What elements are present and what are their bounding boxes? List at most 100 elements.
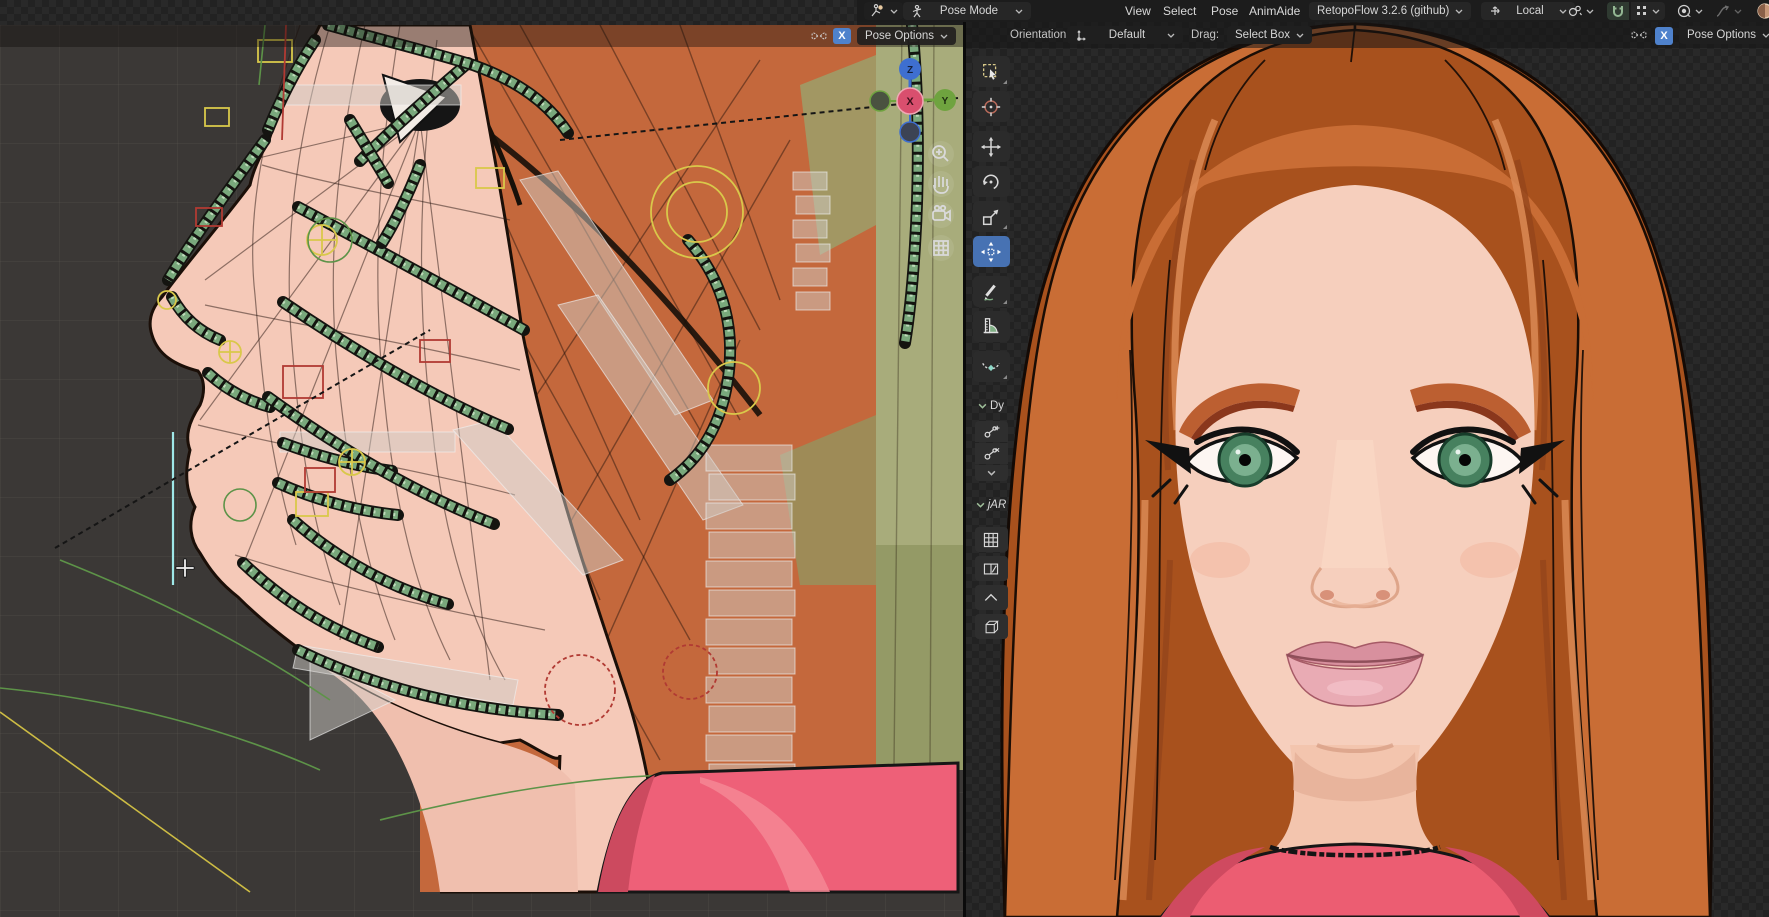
- snap-toggle[interactable]: [1607, 2, 1629, 20]
- chevron-down-icon: [1167, 33, 1175, 38]
- cube-icon: [985, 620, 999, 633]
- chevron-down-icon: [1734, 9, 1742, 14]
- panel-label-dy: Dy: [989, 400, 1005, 412]
- armature-icon: [871, 4, 883, 17]
- caret-up-icon: [984, 593, 998, 601]
- pivot-point-dropdown[interactable]: [1567, 0, 1594, 22]
- tool-pose-breakdowner[interactable]: [972, 351, 1010, 382]
- chevron-down-icon: [890, 9, 898, 14]
- dy-dropdown-button[interactable]: [974, 465, 1008, 481]
- butterfly-mirror-icon[interactable]: [811, 30, 827, 42]
- grid-ortho-icon[interactable]: [928, 235, 954, 261]
- tool-rotate[interactable]: [972, 166, 1010, 197]
- snap-settings-dropdown[interactable]: [1631, 2, 1665, 20]
- dy-bone-remove-button[interactable]: [974, 443, 1008, 464]
- gizmo-neg-y-axis[interactable]: [869, 90, 891, 112]
- retopoflow-dropdown[interactable]: RetopoFlow 3.2.6 (github): [1309, 2, 1472, 20]
- pose-options-dropdown[interactable]: Pose Options: [856, 27, 956, 45]
- panel-header-dy[interactable]: Dy: [978, 400, 1004, 412]
- viewport-menubar: Pose Mode View Select Pose AnimAide Reto…: [857, 0, 1769, 22]
- orientation-arrows-icon: [1489, 5, 1501, 17]
- left-3d-viewport[interactable]: Z Y X X Pose Options: [0, 0, 963, 917]
- svg-text:Z: Z: [907, 65, 913, 76]
- drag-dropdown[interactable]: Select Box: [1227, 26, 1312, 44]
- menu-select[interactable]: Select: [1163, 0, 1196, 22]
- tool-transform[interactable]: [972, 236, 1010, 267]
- mode-selector-dropdown[interactable]: Pose Mode: [903, 2, 1031, 20]
- jar-split-button[interactable]: [974, 556, 1008, 581]
- orientation-value: Default: [1108, 29, 1146, 41]
- chevron-down-icon: [978, 403, 987, 409]
- gizmo-neg-z-axis[interactable]: [899, 121, 921, 143]
- orientation-dropdown[interactable]: Default: [1067, 26, 1183, 44]
- dy-bone-add-button[interactable]: [974, 421, 1008, 442]
- pivot-point-icon: [1568, 5, 1582, 17]
- pan-hand-icon[interactable]: [928, 171, 954, 197]
- editor-mode-dropdown[interactable]: [864, 2, 903, 20]
- grid-snap-icon: [983, 532, 999, 547]
- chevron-down-icon: [1652, 9, 1660, 14]
- zoom-icon[interactable]: [928, 141, 954, 167]
- x-axis-mirror-toggle[interactable]: X: [832, 28, 851, 44]
- viewport-shading-sphere-icon[interactable]: [1753, 0, 1769, 22]
- panel-header-jar[interactable]: jAR: [976, 499, 1007, 511]
- left-viewport-canvas[interactable]: Z Y X: [0, 25, 963, 917]
- falloff-curve-icon: [1716, 5, 1730, 17]
- svg-text:X: X: [906, 96, 914, 108]
- left-viewport-header: X Pose Options: [0, 25, 963, 47]
- panel-label-jar: jAR: [987, 499, 1007, 511]
- jar-collapse-button[interactable]: [974, 585, 1008, 610]
- split-rect-icon: [983, 563, 999, 574]
- pencil-icon: [984, 284, 996, 301]
- tool-select-box[interactable]: [972, 56, 1010, 87]
- pose-options-dropdown[interactable]: Pose Options: [1679, 26, 1769, 44]
- menu-view[interactable]: View: [1125, 0, 1151, 22]
- tool-scale[interactable]: [972, 201, 1010, 232]
- bone-remove-icon: [984, 447, 1000, 460]
- mouse-cursor: [175, 558, 195, 578]
- pose-figure-icon: [911, 4, 923, 18]
- tool-measure[interactable]: [972, 311, 1010, 342]
- proportional-editing-icon: [1677, 4, 1691, 18]
- bone-add-icon: [984, 425, 1000, 438]
- x-axis-mirror-toggle[interactable]: X: [1655, 27, 1673, 45]
- menu-pose[interactable]: Pose: [1211, 0, 1238, 22]
- menu-animaide[interactable]: AnimAide: [1249, 0, 1300, 22]
- jar-grid-button[interactable]: [974, 527, 1008, 552]
- orientation-label: Orientation:: [1010, 29, 1070, 41]
- pose-options-label: Pose Options: [1687, 29, 1757, 41]
- magnet-icon: [1613, 6, 1623, 17]
- tool-annotate[interactable]: [972, 276, 1010, 307]
- chevron-down-icon: [987, 470, 995, 476]
- right-viewport-canvas[interactable]: [965, 0, 1769, 917]
- transform-gizmo-icon: [980, 241, 1002, 262]
- drag-label: Drag:: [1191, 29, 1220, 41]
- jar-cube-button[interactable]: [974, 614, 1008, 639]
- blender-dual-viewport: Z Y X X Pose Options Pose Mode View Sele…: [0, 0, 1769, 917]
- transform-orientation-label: Local: [1516, 5, 1544, 17]
- camera-view-icon[interactable]: [928, 202, 954, 228]
- tool-cursor[interactable]: [972, 91, 1010, 122]
- ruler-protractor-icon: [983, 317, 999, 333]
- profile-shirt: [596, 761, 960, 894]
- top-checker-strip: [0, 0, 857, 25]
- drag-value: Select Box: [1235, 29, 1290, 41]
- box-select-icon: [983, 63, 997, 80]
- move-arrows-icon: [980, 136, 1002, 157]
- viewport-divider[interactable]: [963, 0, 966, 917]
- proportional-editing-dropdown[interactable]: [1677, 0, 1703, 22]
- snap-increment-dots-icon: [1637, 6, 1646, 15]
- chevron-down-icon: [1455, 9, 1463, 14]
- rotate-arc-icon: [982, 174, 999, 189]
- falloff-dropdown[interactable]: [1715, 0, 1742, 22]
- transform-orientation-dropdown[interactable]: Local: [1481, 2, 1575, 20]
- toolbar: Dy jAR: [969, 56, 1013, 639]
- chevron-down-icon: [1695, 9, 1703, 14]
- right-3d-viewport[interactable]: [965, 0, 1769, 917]
- retopoflow-label: RetopoFlow 3.2.6 (github): [1317, 5, 1450, 17]
- chevron-down-icon: [1015, 9, 1023, 14]
- chevron-down-icon: [1586, 9, 1594, 14]
- tool-move[interactable]: [972, 131, 1010, 162]
- pose-options-label: Pose Options: [864, 30, 934, 42]
- butterfly-mirror-icon[interactable]: [1631, 26, 1647, 44]
